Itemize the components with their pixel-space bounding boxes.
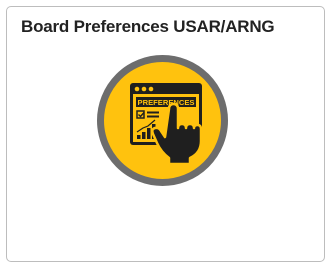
board-preferences-tile[interactable]: Board Preferences USAR/ARNG PREFERENCES bbox=[6, 6, 325, 262]
tile-title: Board Preferences USAR/ARNG bbox=[21, 17, 275, 36]
board-preferences-icon: PREFERENCES bbox=[97, 55, 228, 186]
preferences-label: PREFERENCES bbox=[138, 98, 195, 107]
